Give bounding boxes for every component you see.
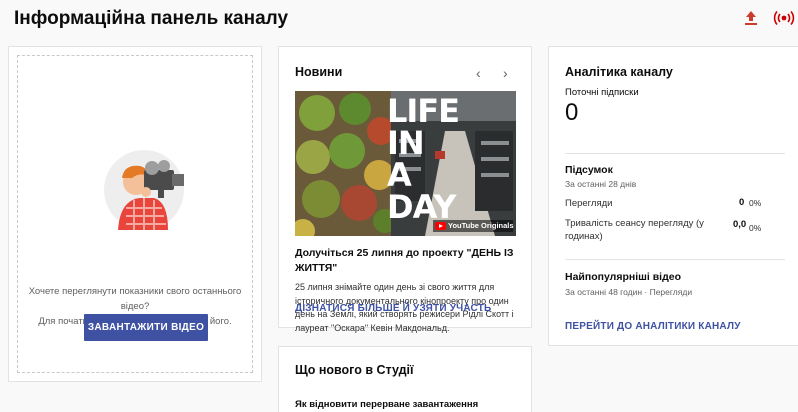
- news-learn-more-link[interactable]: ДІЗНАТИСЯ БІЛЬШЕ Й УЗЯТИ УЧАСТЬ: [295, 303, 491, 314]
- chevron-left-icon[interactable]: ‹: [476, 65, 481, 81]
- upload-icon[interactable]: [739, 6, 763, 30]
- watch-time-value: 0,0: [733, 219, 747, 230]
- views-percent: 0%: [749, 198, 762, 208]
- subscribers-value: 0: [565, 99, 579, 126]
- views-label: Перегляди: [565, 198, 613, 209]
- summary-title: Підсумок: [565, 164, 613, 176]
- subscribers-label: Поточні підписки: [565, 87, 639, 98]
- analytics-card: Аналітика каналу Поточні підписки 0 Підс…: [548, 46, 798, 346]
- news-image[interactable]: LIFE IN A DAY YouTube Originals: [295, 91, 516, 236]
- news-headline[interactable]: Долучіться 25 липня до проекту "ДЕНЬ ІЗ …: [295, 246, 516, 276]
- popular-videos-period: За останні 48 годин · Перегляди: [565, 287, 693, 297]
- upload-prompt-line1: Хочете переглянути показники свого остан…: [28, 286, 242, 312]
- analytics-title: Аналітика каналу: [565, 65, 673, 79]
- popular-videos-title: Найпопулярніші відео: [565, 271, 682, 283]
- studio-news-card: Що нового в Студії Як відновити перерван…: [278, 346, 532, 412]
- logo-line2: IN A: [387, 124, 425, 194]
- upload-card: Хочете переглянути показники свого остан…: [8, 46, 262, 382]
- page-title: Інформаційна панель каналу: [14, 8, 289, 29]
- news-title: Новини: [295, 65, 343, 79]
- studio-news-item[interactable]: Як відновити перерване завантаження: [295, 399, 478, 410]
- watch-time-percent: 0%: [749, 223, 762, 233]
- youtube-originals-badge: YouTube Originals: [448, 221, 514, 230]
- life-in-a-day-logo: LIFE IN A DAY: [387, 92, 460, 226]
- logo-line3: DAY: [387, 188, 456, 226]
- views-value: 0: [739, 197, 745, 208]
- upload-dropzone: Хочете переглянути показники свого остан…: [17, 55, 253, 373]
- divider: [565, 153, 785, 154]
- news-card: Новини ‹ › LIFE IN A DAY YouTube Origina…: [278, 46, 532, 333]
- video-camera-person-illustration: [96, 138, 192, 234]
- chevron-right-icon[interactable]: ›: [503, 65, 508, 81]
- watch-time-label: Тривалість сеансу перегляду (у годинах): [565, 218, 704, 242]
- studio-news-title: Що нового в Студії: [295, 363, 414, 377]
- go-to-analytics-link[interactable]: ПЕРЕЙТИ ДО АНАЛІТИКИ КАНАЛУ: [565, 321, 741, 332]
- divider: [565, 259, 785, 260]
- go-live-icon[interactable]: [772, 6, 796, 30]
- upload-video-button[interactable]: ЗАВАНТАЖИТИ ВІДЕО: [84, 314, 208, 341]
- summary-period: За останні 28 днів: [565, 179, 637, 189]
- logo-line1: LIFE: [387, 92, 460, 130]
